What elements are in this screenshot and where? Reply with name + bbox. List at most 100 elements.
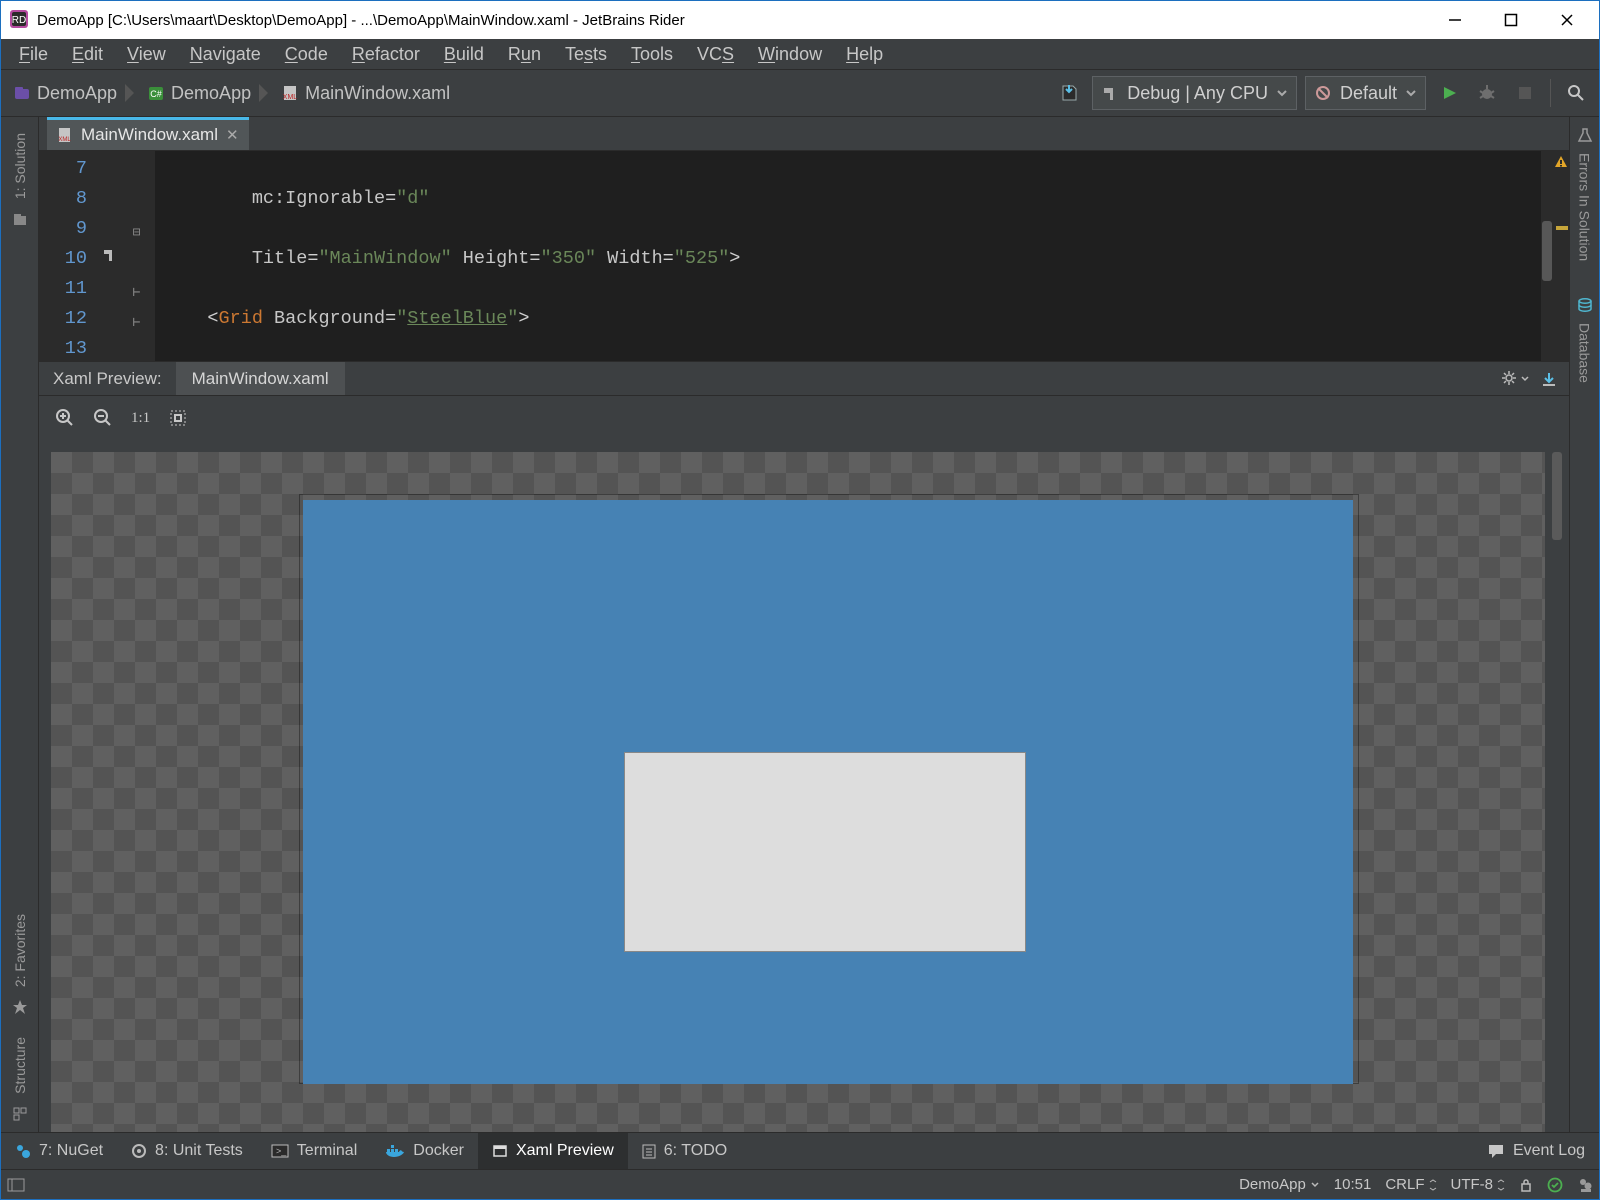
svg-text:C#: C# <box>150 89 162 99</box>
tool-unittests[interactable]: 8: Unit Tests <box>117 1133 257 1169</box>
tab-label: MainWindow.xaml <box>81 125 218 145</box>
tool-docker[interactable]: Docker <box>371 1133 478 1169</box>
line-number-gutter: 7 8 9 10 11 12 13 <box>39 151 97 361</box>
preview-toolbar: 1:1 <box>39 396 1569 440</box>
fold-marker-icon[interactable]: ⊟ <box>129 218 144 233</box>
preview-filename[interactable]: MainWindow.xaml <box>176 362 345 395</box>
build-marker-icon <box>102 247 118 263</box>
chevron-down-icon <box>1276 87 1288 99</box>
minimize-button[interactable] <box>1427 2 1483 38</box>
zoom-out-icon[interactable] <box>93 408 113 428</box>
database-icon <box>1577 297 1593 313</box>
status-encoding[interactable]: UTF-8 <box>1451 1176 1506 1193</box>
search-everywhere-button[interactable] <box>1561 78 1591 108</box>
line-number: 10 <box>39 244 87 274</box>
tool-terminal[interactable]: >_ Terminal <box>257 1133 371 1169</box>
menu-vcs[interactable]: VCS <box>685 39 746 70</box>
menu-edit[interactable]: Edit <box>60 39 115 70</box>
tool-database[interactable]: Database <box>1577 317 1593 389</box>
solution-icon <box>13 84 31 102</box>
tool-xaml-preview[interactable]: Xaml Preview <box>478 1133 628 1169</box>
lock-icon[interactable] <box>1519 1177 1533 1193</box>
solution-icon <box>11 211 29 229</box>
tool-label: Event Log <box>1513 1142 1585 1160</box>
fit-screen-icon[interactable] <box>168 408 188 428</box>
menu-view[interactable]: View <box>115 39 178 70</box>
menu-file[interactable]: File <box>7 39 60 70</box>
star-icon <box>12 999 28 1015</box>
menu-navigate[interactable]: Navigate <box>178 39 273 70</box>
menu-help[interactable]: Help <box>834 39 895 70</box>
editor-tab[interactable]: XML MainWindow.xaml ✕ <box>47 117 249 150</box>
tool-errors[interactable]: Errors In Solution <box>1577 147 1593 267</box>
breadcrumb-csproj[interactable]: C# DemoApp <box>143 76 259 110</box>
breadcrumb-project[interactable]: DemoApp <box>9 76 125 110</box>
preview-checker-bg <box>51 452 1545 1132</box>
maximize-button[interactable] <box>1483 2 1539 38</box>
status-caret-pos[interactable]: 10:51 <box>1334 1176 1372 1193</box>
work-area: 1: Solution 2: Favorites Structure XML M… <box>1 117 1599 1132</box>
build-config-label: Debug | Any CPU <box>1127 83 1268 104</box>
tool-eventlog[interactable]: Event Log <box>1473 1133 1599 1169</box>
window-title: DemoApp [C:\Users\maart\Desktop\DemoApp]… <box>37 12 685 29</box>
xaml-preview-header: Xaml Preview: MainWindow.xaml <box>39 361 1569 396</box>
close-button[interactable] <box>1539 2 1595 38</box>
navigation-bar: DemoApp C# DemoApp XML MainWindow.xaml D… <box>1 70 1599 117</box>
tool-label: Structure <box>12 1037 28 1094</box>
rider-app-icon: RD <box>9 9 31 31</box>
tool-nuget[interactable]: 7: NuGet <box>1 1133 117 1169</box>
memory-indicator-icon[interactable] <box>1577 1176 1593 1194</box>
menu-code[interactable]: Code <box>273 39 340 70</box>
menu-window[interactable]: Window <box>746 39 834 70</box>
svg-text:>_: >_ <box>276 1146 287 1156</box>
docker-icon <box>385 1143 405 1159</box>
preview-scrollbar[interactable] <box>1551 452 1563 1132</box>
settings-icon[interactable] <box>1501 365 1529 393</box>
zoom-in-icon[interactable] <box>55 408 75 428</box>
line-number: 9 <box>39 214 87 244</box>
stop-button[interactable] <box>1510 78 1540 108</box>
tool-favorites[interactable]: 2: Favorites <box>12 908 28 993</box>
tool-solution[interactable]: 1: Solution <box>12 127 28 205</box>
export-icon[interactable] <box>1535 365 1563 393</box>
eventlog-icon <box>1487 1143 1505 1159</box>
run-config-icon <box>1314 84 1332 102</box>
debug-button[interactable] <box>1472 78 1502 108</box>
xaml-preview-icon <box>492 1143 508 1159</box>
menu-refactor[interactable]: Refactor <box>340 39 432 70</box>
tool-windows-icon[interactable] <box>7 1178 25 1192</box>
zoom-1to1-icon[interactable]: 1:1 <box>131 410 150 427</box>
status-project[interactable]: DemoApp <box>1239 1176 1320 1193</box>
tool-label: 2: Favorites <box>12 914 28 987</box>
flask-icon <box>1577 127 1593 143</box>
todo-icon <box>642 1143 656 1159</box>
run-target-label: Default <box>1340 83 1397 104</box>
chevron-down-icon <box>1405 87 1417 99</box>
tool-label: Xaml Preview <box>516 1142 614 1160</box>
error-stripe[interactable] <box>1553 151 1569 361</box>
inspections-ok-icon[interactable] <box>1547 1177 1563 1193</box>
close-tab-icon[interactable]: ✕ <box>226 126 239 144</box>
editor-scrollbar[interactable] <box>1541 151 1553 361</box>
line-number: 7 <box>39 154 87 184</box>
warning-marker[interactable] <box>1556 226 1568 230</box>
run-button[interactable] <box>1434 78 1464 108</box>
menu-tests[interactable]: Tests <box>553 39 619 70</box>
build-configuration-combo[interactable]: Debug | Any CPU <box>1092 76 1297 110</box>
breadcrumb-file[interactable]: XML MainWindow.xaml <box>277 76 458 110</box>
preview-button <box>624 752 1026 952</box>
tool-structure[interactable]: Structure <box>12 1031 28 1100</box>
editor-tabstrip: XML MainWindow.xaml ✕ <box>39 117 1569 151</box>
status-line-endings[interactable]: CRLF <box>1385 1176 1436 1193</box>
menu-build[interactable]: Build <box>432 39 496 70</box>
tool-todo[interactable]: 6: TODO <box>628 1133 741 1169</box>
save-all-icon[interactable] <box>1054 78 1084 108</box>
svg-text:XML: XML <box>283 94 298 101</box>
tool-label: Docker <box>413 1142 464 1160</box>
run-target-combo[interactable]: Default <box>1305 76 1426 110</box>
menu-tools[interactable]: Tools <box>619 39 685 70</box>
code-content[interactable]: mc:Ignorable="d" Title="MainWindow" Heig… <box>155 151 1569 361</box>
menu-run[interactable]: Run <box>496 39 553 70</box>
code-editor[interactable]: 7 8 9 10 11 12 13 ⊟ ⊢ ⊢ mc: <box>39 151 1569 361</box>
tool-label: Terminal <box>297 1142 357 1160</box>
